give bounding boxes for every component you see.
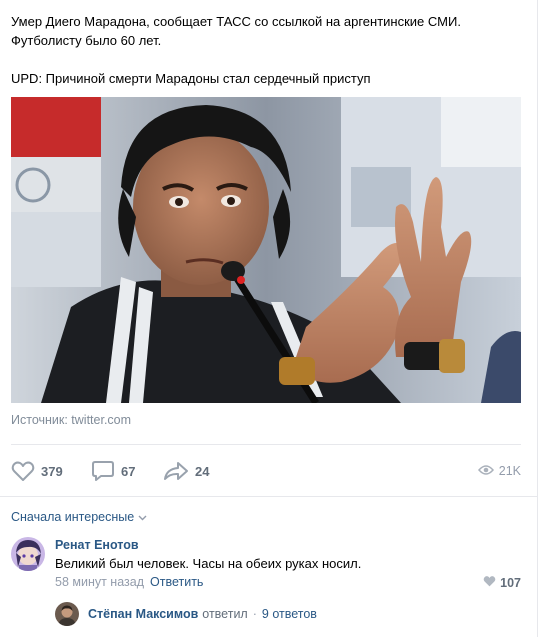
reply-author[interactable]: Стёпан Максимов — [88, 607, 198, 621]
comment-like-button[interactable]: 107 — [483, 575, 521, 590]
post-photo[interactable] — [11, 97, 521, 403]
post-text: Умер Диего Марадона, сообщает ТАСС со сс… — [11, 12, 521, 88]
separator-dot: · — [252, 607, 257, 621]
heart-icon — [11, 460, 35, 482]
like-count: 379 — [41, 463, 63, 479]
replies-count-link[interactable]: 9 ответов — [262, 607, 317, 621]
post-text-line: Футболисту было 60 лет. — [11, 33, 162, 48]
post-source[interactable]: Источник: twitter.com — [11, 413, 131, 427]
divider — [11, 444, 521, 445]
reply-thread[interactable]: Стёпан Максимов ответил · 9 ответов — [55, 601, 317, 627]
post-text-update: UPD: Причиной смерти Марадоны стал серде… — [11, 71, 371, 86]
views: 21K — [477, 456, 521, 486]
comment-time[interactable]: 58 минут назад — [55, 575, 144, 589]
comment-icon — [91, 460, 115, 482]
reply-button[interactable]: Ответить — [150, 575, 203, 589]
comment-like-count: 107 — [500, 575, 521, 590]
comment-text: Великий был человек. Часы на обеих руках… — [55, 556, 362, 571]
share-count: 24 — [195, 463, 210, 479]
comments-sort-dropdown[interactable]: Сначала интересные — [11, 510, 147, 524]
comment-author[interactable]: Ренат Енотов — [55, 538, 139, 552]
comment: Ренат Енотов Великий был человек. Часы н… — [11, 537, 521, 597]
post-text-line: Умер Диего Марадона, сообщает ТАСС со сс… — [11, 14, 461, 29]
comment-meta: 58 минут назад Ответить — [55, 575, 203, 589]
avatar[interactable] — [11, 537, 45, 571]
page-right-border — [537, 0, 538, 637]
heart-icon — [483, 575, 500, 590]
chevron-down-icon — [134, 510, 147, 524]
views-count: 21K — [498, 464, 521, 478]
comment-button[interactable]: 67 — [91, 456, 135, 486]
divider — [0, 496, 537, 497]
eye-icon — [477, 464, 494, 479]
post-actions: 379 67 24 21K — [11, 456, 521, 486]
avatar[interactable] — [55, 602, 79, 626]
comment-count: 67 — [121, 463, 136, 479]
reply-status: ответил — [202, 607, 248, 621]
share-arrow-icon — [163, 460, 189, 482]
share-button[interactable]: 24 — [163, 456, 209, 486]
like-button[interactable]: 379 — [11, 456, 63, 486]
comments-sort-label: Сначала интересные — [11, 510, 135, 524]
